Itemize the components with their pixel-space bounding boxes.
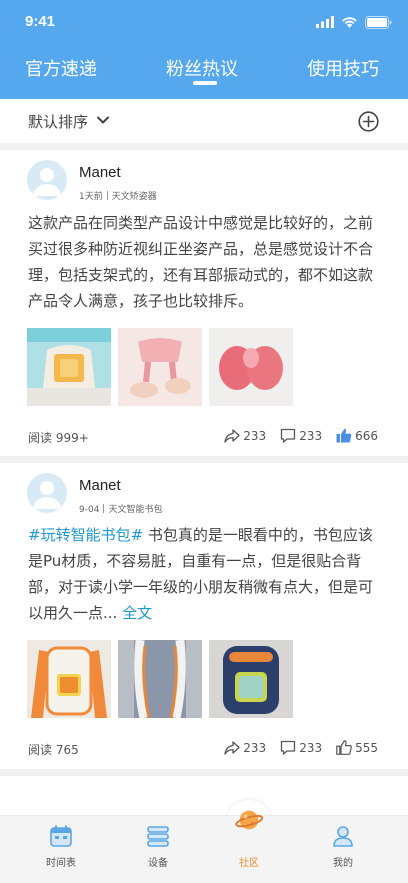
nav-item-device[interactable]: 设备 (118, 816, 198, 883)
add-post-button[interactable] (358, 111, 379, 132)
post-card[interactable]: Manet 1天前 天文矫姿器 这款产品在同类型产品设计中感觉是比较好的，之前买过… (0, 150, 408, 456)
comment-button[interactable]: 233 (280, 428, 322, 443)
like-count: 666 (355, 428, 378, 443)
post-time: 9-04 (79, 505, 100, 515)
share-count: 233 (243, 740, 267, 755)
read-count: 阅读 765 (28, 743, 79, 757)
sort-dropdown[interactable]: 默认排序 (28, 111, 88, 132)
post-images (27, 640, 293, 718)
post-card[interactable]: Manet 9-04 天文智能书包 #玩转智能书包# 书包真的是一眼看中的，书包应… (0, 463, 408, 769)
read-full-text-link[interactable]: 全文 (117, 604, 152, 622)
chevron-down-icon[interactable] (96, 113, 110, 127)
like-button[interactable]: 666 (336, 428, 378, 443)
nav-item-profile[interactable]: 我的 (303, 816, 383, 883)
battery-icon (365, 15, 392, 29)
meta-separator (106, 191, 108, 200)
post-meta: 9-04 天文智能书包 (79, 502, 162, 515)
post-image[interactable] (118, 640, 202, 718)
post-text: #玩转智能书包# 书包真的是一眼看中的，书包应该是Pu材质，不容易脏，自重有一点… (28, 522, 380, 626)
post-source: 天文矫姿器 (111, 192, 157, 202)
post-stats: 233 233 666 (210, 428, 378, 443)
sort-bar: 默认排序 (0, 99, 408, 143)
post-meta: 1天前 天文矫姿器 (79, 189, 157, 202)
planet-icon (235, 810, 263, 830)
nav-label-schedule: 时间表 (46, 858, 76, 869)
avatar[interactable] (27, 473, 67, 513)
comment-count: 233 (299, 740, 323, 755)
post-image[interactable] (118, 328, 202, 406)
share-icon (224, 428, 240, 443)
post-image[interactable] (209, 328, 293, 406)
nav-label-profile: 我的 (333, 858, 353, 869)
share-count: 233 (243, 428, 267, 443)
thumbs-up-filled-icon (336, 428, 352, 443)
status-bar: 9:41 (0, 0, 408, 44)
share-icon (224, 740, 240, 755)
like-count: 555 (355, 740, 378, 755)
profile-icon (333, 826, 353, 847)
comment-icon (281, 428, 296, 443)
post-image[interactable] (209, 640, 293, 718)
status-time: 9:41 (25, 13, 56, 30)
tab-official-news[interactable]: 官方速递 (25, 55, 97, 81)
post-body: 这款产品在同类型产品设计中感觉是比较好的，之前买过很多种防近视纠正坐姿产品，总是… (28, 214, 374, 310)
post-image[interactable] (27, 640, 111, 718)
device-icon (147, 826, 169, 847)
comment-button[interactable]: 233 (280, 740, 322, 755)
nav-label-device: 设备 (148, 858, 168, 869)
post-image[interactable] (27, 328, 111, 406)
post-username[interactable]: Manet (79, 477, 121, 494)
comment-icon (281, 740, 296, 755)
calendar-icon (50, 825, 72, 847)
post-hashtag[interactable]: #玩转智能书包# (28, 526, 143, 544)
comment-count: 233 (299, 428, 323, 443)
thumbs-up-icon (336, 740, 352, 755)
system-icons (316, 14, 392, 30)
like-button[interactable]: 555 (336, 740, 378, 755)
meta-separator (103, 504, 105, 513)
share-button[interactable]: 233 (224, 429, 266, 443)
nav-item-schedule[interactable]: 时间表 (21, 816, 101, 883)
post-username[interactable]: Manet (79, 164, 121, 181)
active-tab-indicator (193, 81, 217, 85)
section-divider (0, 456, 408, 463)
top-header: 9:41 官方速递 粉丝热议 使用技巧 (0, 0, 408, 99)
bottom-nav: 时间表 设备 社区 我的 (0, 810, 408, 883)
signal-icon (316, 16, 334, 28)
tab-fan-discussion[interactable]: 粉丝热议 (166, 55, 238, 81)
post-time: 1天前 (79, 192, 103, 202)
wifi-icon (342, 17, 357, 28)
post-text: 这款产品在同类型产品设计中感觉是比较好的，之前买过很多种防近视纠正坐姿产品，总是… (28, 210, 380, 314)
post-images (27, 328, 293, 406)
tab-usage-tips[interactable]: 使用技巧 (307, 55, 379, 81)
section-divider (0, 143, 408, 150)
read-count: 阅读 999+ (28, 431, 89, 445)
avatar[interactable] (27, 160, 67, 200)
section-divider (0, 769, 408, 776)
nav-label-community: 社区 (239, 858, 259, 869)
share-button[interactable]: 233 (224, 741, 266, 755)
post-source: 天文智能书包 (108, 505, 163, 515)
nav-item-community[interactable]: 社区 (209, 810, 289, 883)
post-stats: 233 233 555 (210, 740, 378, 755)
